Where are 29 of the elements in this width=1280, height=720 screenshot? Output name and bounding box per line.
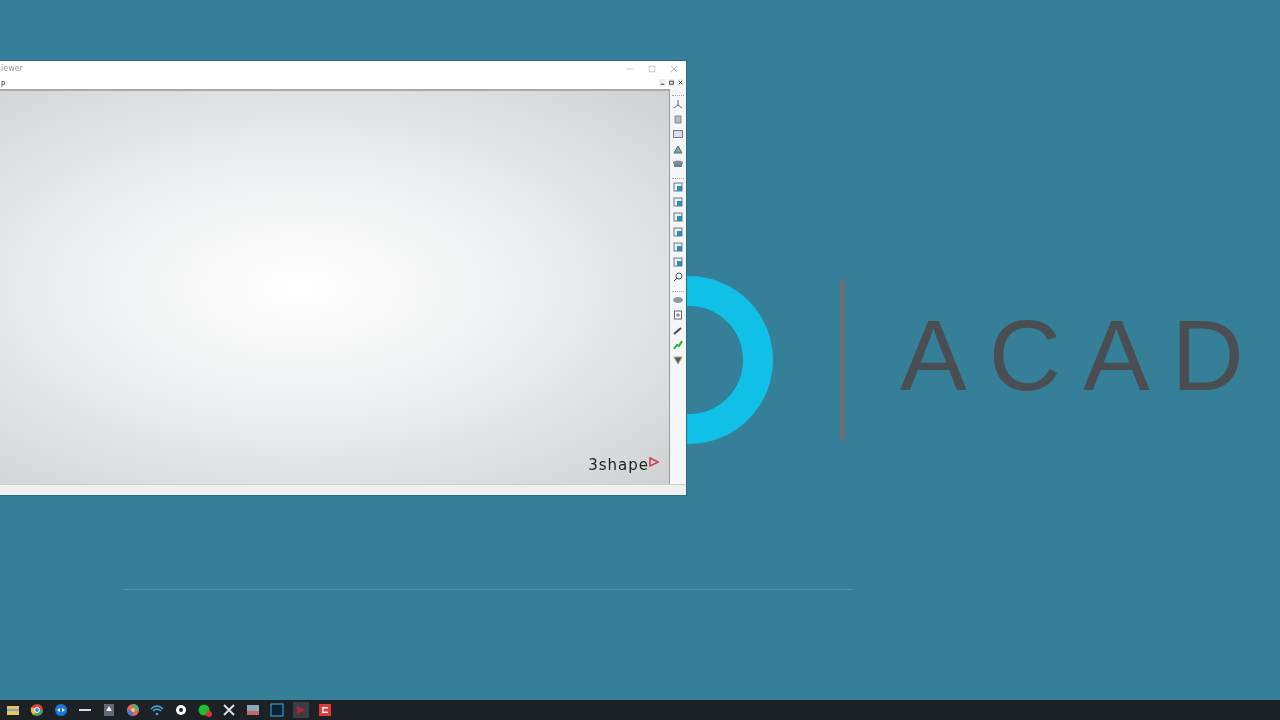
- rainbow-circle-icon[interactable]: [125, 702, 141, 718]
- app-icon[interactable]: [317, 702, 333, 718]
- cube-view-icon[interactable]: [672, 211, 684, 223]
- zoom-icon[interactable]: [672, 271, 684, 283]
- browser-icon[interactable]: [29, 702, 45, 718]
- ball-icon[interactable]: [173, 702, 189, 718]
- cube-icon[interactable]: [672, 113, 684, 125]
- window-title: iewer: [1, 64, 23, 73]
- pen-icon[interactable]: [672, 324, 684, 336]
- wifi-icon[interactable]: [149, 702, 165, 718]
- photo-icon[interactable]: [245, 702, 261, 718]
- picture-icon[interactable]: [672, 128, 684, 140]
- layers-icon[interactable]: [672, 158, 684, 170]
- bowl-icon[interactable]: [672, 294, 684, 306]
- cross-icon[interactable]: [221, 702, 237, 718]
- cube-view-icon[interactable]: [672, 196, 684, 208]
- 3d-viewport[interactable]: 3shape: [0, 89, 670, 484]
- cube-view-icon[interactable]: [672, 256, 684, 268]
- close-icon[interactable]: [677, 79, 684, 86]
- minimize-icon[interactable]: [659, 79, 666, 86]
- round-app-icon[interactable]: [53, 702, 69, 718]
- cube-view-icon[interactable]: [672, 181, 684, 193]
- cube-view-icon[interactable]: [672, 226, 684, 238]
- restore-icon[interactable]: [668, 79, 675, 86]
- axes-icon[interactable]: [672, 98, 684, 110]
- wallpaper-text: ACAD: [900, 300, 1266, 410]
- cube-view-icon[interactable]: [672, 241, 684, 253]
- brand-logo: 3shape: [588, 456, 659, 474]
- photo-editor-icon[interactable]: [269, 702, 285, 718]
